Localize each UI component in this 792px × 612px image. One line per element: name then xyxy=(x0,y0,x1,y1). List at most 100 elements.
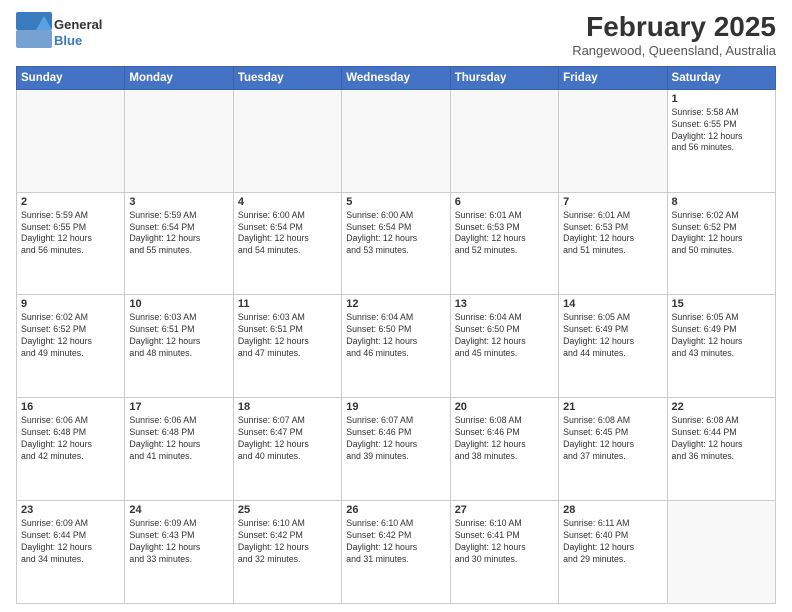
cell-1-0: 2 Sunrise: 5:59 AM Sunset: 6:55 PM Daylig… xyxy=(17,192,125,295)
cell-4-0: 23 Sunrise: 6:09 AM Sunset: 6:44 PM Dayli… xyxy=(17,501,125,604)
day-info-4-0: Sunrise: 6:09 AM Sunset: 6:44 PM Dayligh… xyxy=(21,518,120,566)
col-wednesday: Wednesday xyxy=(342,66,450,89)
day-info-3-0: Sunrise: 6:06 AM Sunset: 6:48 PM Dayligh… xyxy=(21,415,120,463)
logo: General Blue xyxy=(16,12,102,53)
day-num-2-1: 10 xyxy=(129,298,228,310)
day-info-3-6: Sunrise: 6:08 AM Sunset: 6:44 PM Dayligh… xyxy=(672,415,771,463)
day-info-4-1: Sunrise: 6:09 AM Sunset: 6:43 PM Dayligh… xyxy=(129,518,228,566)
col-sunday: Sunday xyxy=(17,66,125,89)
cell-2-2: 11Sunrise: 6:03 AM Sunset: 6:51 PM Dayli… xyxy=(233,295,341,398)
day-num-2-6: 15 xyxy=(672,298,771,310)
cell-3-4: 20 Sunrise: 6:08 AM Sunset: 6:46 PM Dayli… xyxy=(450,398,558,501)
calendar-table: Sunday Monday Tuesday Wednesday Thursday… xyxy=(16,66,776,604)
day-num-3-3: 19 xyxy=(346,401,445,413)
week-row-0: 1 Sunrise: 5:58 AM Sunset: 6:55 PM Daylig… xyxy=(17,89,776,192)
day-info-2-0: Sunrise: 6:02 AM Sunset: 6:52 PM Dayligh… xyxy=(21,312,120,360)
day-info-1-4: Sunrise: 6:01 AM Sunset: 6:53 PM Dayligh… xyxy=(455,210,554,258)
day-info-1-2: Sunrise: 6:00 AM Sunset: 6:54 PM Dayligh… xyxy=(238,210,337,258)
day-info-4-2: Sunrise: 6:10 AM Sunset: 6:42 PM Dayligh… xyxy=(238,518,337,566)
day-num-4-3: 26 xyxy=(346,504,445,516)
day-info-2-3: Sunrise: 6:04 AM Sunset: 6:50 PM Dayligh… xyxy=(346,312,445,360)
cell-1-2: 4 Sunrise: 6:00 AM Sunset: 6:54 PM Daylig… xyxy=(233,192,341,295)
day-info-3-2: Sunrise: 6:07 AM Sunset: 6:47 PM Dayligh… xyxy=(238,415,337,463)
cell-2-1: 10 Sunrise: 6:03 AM Sunset: 6:51 PM Dayli… xyxy=(125,295,233,398)
cell-1-5: 7Sunrise: 6:01 AM Sunset: 6:53 PM Daylig… xyxy=(559,192,667,295)
day-num-3-0: 16 xyxy=(21,401,120,413)
day-info-2-5: Sunrise: 6:05 AM Sunset: 6:49 PM Dayligh… xyxy=(563,312,662,360)
day-num-4-1: 24 xyxy=(129,504,228,516)
logo-general: General xyxy=(54,17,102,32)
day-info-0-6: Sunrise: 5:58 AM Sunset: 6:55 PM Dayligh… xyxy=(672,107,771,155)
cell-3-6: 22 Sunrise: 6:08 AM Sunset: 6:44 PM Dayli… xyxy=(667,398,775,501)
day-info-2-6: Sunrise: 6:05 AM Sunset: 6:49 PM Dayligh… xyxy=(672,312,771,360)
cell-4-3: 26 Sunrise: 6:10 AM Sunset: 6:42 PM Dayli… xyxy=(342,501,450,604)
day-num-4-2: 25 xyxy=(238,504,337,516)
day-info-3-3: Sunrise: 6:07 AM Sunset: 6:46 PM Dayligh… xyxy=(346,415,445,463)
cell-0-0 xyxy=(17,89,125,192)
header: General Blue February 2025 Rangewood, Qu… xyxy=(16,12,776,58)
cell-2-6: 15 Sunrise: 6:05 AM Sunset: 6:49 PM Dayli… xyxy=(667,295,775,398)
day-info-1-3: Sunrise: 6:00 AM Sunset: 6:54 PM Dayligh… xyxy=(346,210,445,258)
cell-4-6 xyxy=(667,501,775,604)
day-num-2-5: 14 xyxy=(563,298,662,310)
cell-3-5: 21 Sunrise: 6:08 AM Sunset: 6:45 PM Dayli… xyxy=(559,398,667,501)
cell-3-2: 18 Sunrise: 6:07 AM Sunset: 6:47 PM Dayli… xyxy=(233,398,341,501)
cell-0-6: 1 Sunrise: 5:58 AM Sunset: 6:55 PM Daylig… xyxy=(667,89,775,192)
week-row-1: 2 Sunrise: 5:59 AM Sunset: 6:55 PM Daylig… xyxy=(17,192,776,295)
day-num-3-1: 17 xyxy=(129,401,228,413)
cell-1-3: 5Sunrise: 6:00 AM Sunset: 6:54 PM Daylig… xyxy=(342,192,450,295)
col-saturday: Saturday xyxy=(667,66,775,89)
day-num-2-3: 12 xyxy=(346,298,445,310)
day-num-1-4: 6 xyxy=(455,196,554,208)
calendar-header-row: Sunday Monday Tuesday Wednesday Thursday… xyxy=(17,66,776,89)
cell-1-4: 6 Sunrise: 6:01 AM Sunset: 6:53 PM Daylig… xyxy=(450,192,558,295)
day-info-4-3: Sunrise: 6:10 AM Sunset: 6:42 PM Dayligh… xyxy=(346,518,445,566)
day-num-4-0: 23 xyxy=(21,504,120,516)
col-tuesday: Tuesday xyxy=(233,66,341,89)
header-right: February 2025 Rangewood, Queensland, Aus… xyxy=(572,12,776,58)
cell-3-0: 16 Sunrise: 6:06 AM Sunset: 6:48 PM Dayli… xyxy=(17,398,125,501)
day-num-3-5: 21 xyxy=(563,401,662,413)
col-friday: Friday xyxy=(559,66,667,89)
cell-0-3 xyxy=(342,89,450,192)
day-num-1-1: 3 xyxy=(129,196,228,208)
day-num-2-0: 9 xyxy=(21,298,120,310)
day-info-3-4: Sunrise: 6:08 AM Sunset: 6:46 PM Dayligh… xyxy=(455,415,554,463)
day-info-3-1: Sunrise: 6:06 AM Sunset: 6:48 PM Dayligh… xyxy=(129,415,228,463)
cell-1-1: 3Sunrise: 5:59 AM Sunset: 6:54 PM Daylig… xyxy=(125,192,233,295)
day-info-2-4: Sunrise: 6:04 AM Sunset: 6:50 PM Dayligh… xyxy=(455,312,554,360)
cell-4-4: 27 Sunrise: 6:10 AM Sunset: 6:41 PM Dayli… xyxy=(450,501,558,604)
cell-0-2 xyxy=(233,89,341,192)
cell-2-0: 9 Sunrise: 6:02 AM Sunset: 6:52 PM Daylig… xyxy=(17,295,125,398)
cell-4-1: 24 Sunrise: 6:09 AM Sunset: 6:43 PM Dayli… xyxy=(125,501,233,604)
day-num-3-6: 22 xyxy=(672,401,771,413)
day-num-3-2: 18 xyxy=(238,401,337,413)
page: General Blue February 2025 Rangewood, Qu… xyxy=(0,0,792,612)
location: Rangewood, Queensland, Australia xyxy=(572,43,776,58)
logo-blue: Blue xyxy=(54,33,82,48)
day-info-1-0: Sunrise: 5:59 AM Sunset: 6:55 PM Dayligh… xyxy=(21,210,120,258)
cell-0-4 xyxy=(450,89,558,192)
day-num-1-0: 2 xyxy=(21,196,120,208)
day-num-0-6: 1 xyxy=(672,93,771,105)
day-num-1-2: 4 xyxy=(238,196,337,208)
cell-3-1: 17 Sunrise: 6:06 AM Sunset: 6:48 PM Dayli… xyxy=(125,398,233,501)
day-num-4-5: 28 xyxy=(563,504,662,516)
day-num-2-2: 11 xyxy=(238,298,337,310)
day-info-4-4: Sunrise: 6:10 AM Sunset: 6:41 PM Dayligh… xyxy=(455,518,554,566)
cell-4-5: 28Sunrise: 6:11 AM Sunset: 6:40 PM Dayli… xyxy=(559,501,667,604)
day-info-1-6: Sunrise: 6:02 AM Sunset: 6:52 PM Dayligh… xyxy=(672,210,771,258)
day-info-2-1: Sunrise: 6:03 AM Sunset: 6:51 PM Dayligh… xyxy=(129,312,228,360)
day-num-3-4: 20 xyxy=(455,401,554,413)
day-info-1-5: Sunrise: 6:01 AM Sunset: 6:53 PM Dayligh… xyxy=(563,210,662,258)
week-row-3: 16 Sunrise: 6:06 AM Sunset: 6:48 PM Dayli… xyxy=(17,398,776,501)
day-info-3-5: Sunrise: 6:08 AM Sunset: 6:45 PM Dayligh… xyxy=(563,415,662,463)
logo-icon xyxy=(16,12,52,48)
cell-2-5: 14 Sunrise: 6:05 AM Sunset: 6:49 PM Dayli… xyxy=(559,295,667,398)
week-row-2: 9 Sunrise: 6:02 AM Sunset: 6:52 PM Daylig… xyxy=(17,295,776,398)
day-num-2-4: 13 xyxy=(455,298,554,310)
cell-4-2: 25 Sunrise: 6:10 AM Sunset: 6:42 PM Dayli… xyxy=(233,501,341,604)
day-num-4-4: 27 xyxy=(455,504,554,516)
cell-2-3: 12 Sunrise: 6:04 AM Sunset: 6:50 PM Dayli… xyxy=(342,295,450,398)
day-num-1-6: 8 xyxy=(672,196,771,208)
